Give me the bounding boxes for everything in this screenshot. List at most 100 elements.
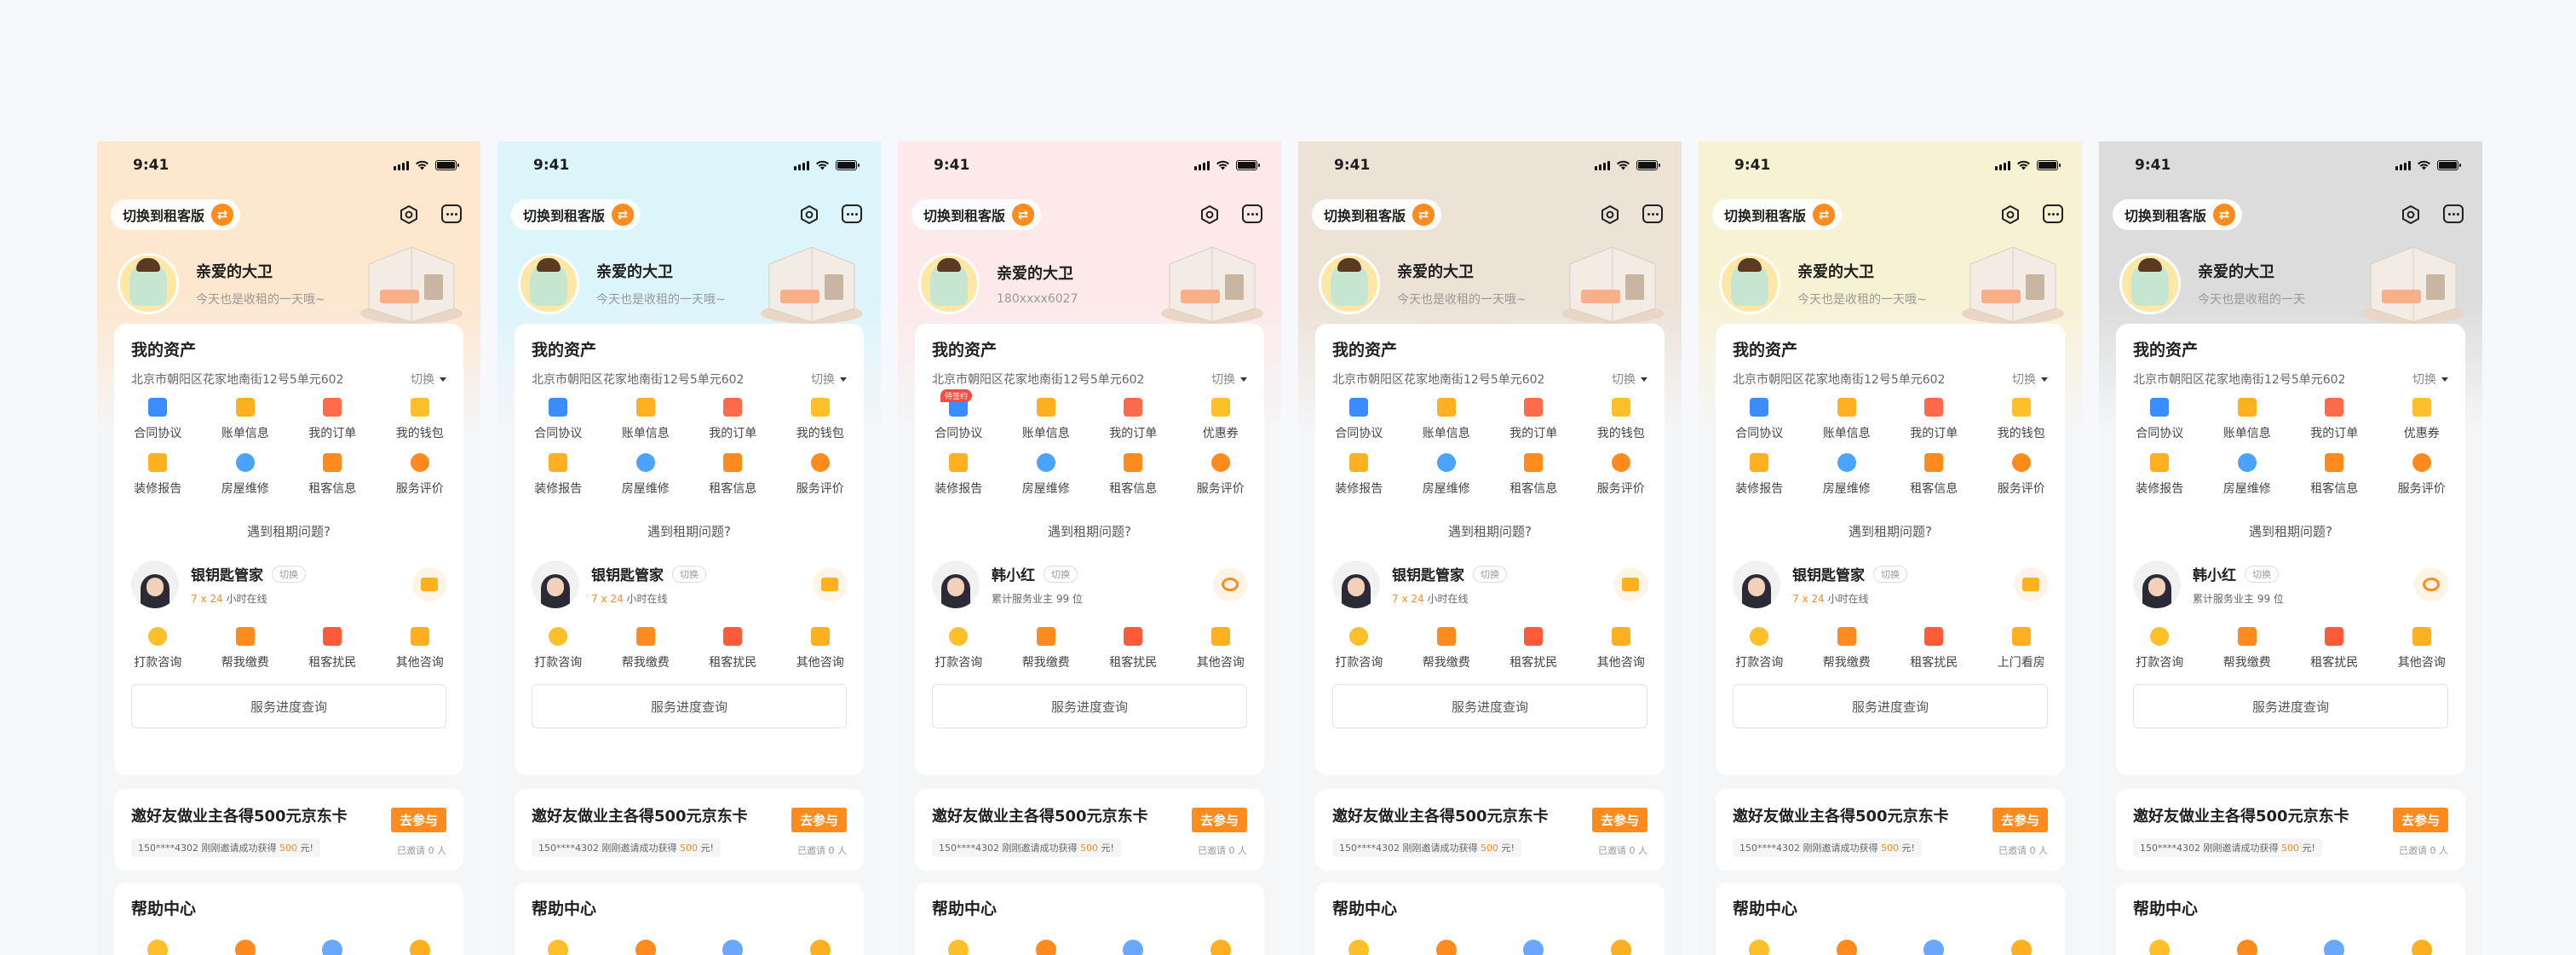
switch-to-tenant-button[interactable]: 切换到租客版 ⇄ — [1712, 199, 1843, 230]
avatar[interactable] — [2119, 253, 2181, 314]
help-item-icon[interactable] — [2236, 940, 2257, 955]
asset-item[interactable]: 我的订单 — [1090, 398, 1177, 441]
asset-item[interactable]: 租客信息 — [1490, 453, 1578, 497]
keeper-action-button[interactable] — [412, 567, 446, 601]
service-item[interactable]: 租客扰民 — [689, 627, 777, 670]
keeper-action-button[interactable] — [1613, 567, 1647, 601]
asset-item[interactable]: 房屋维修 — [1003, 453, 1090, 497]
help-item-icon[interactable] — [635, 940, 656, 955]
help-item-icon[interactable] — [409, 940, 430, 955]
asset-item[interactable]: 房屋维修 — [2204, 453, 2291, 497]
asset-item[interactable]: 房屋维修 — [602, 453, 690, 497]
message-icon[interactable] — [2443, 204, 2464, 223]
keeper-switch-button[interactable]: 切换 — [1044, 565, 1078, 583]
keeper-switch-button[interactable]: 切换 — [2245, 565, 2279, 583]
switch-to-tenant-button[interactable]: 切换到租客版 ⇄ — [1312, 199, 1442, 230]
help-item-icon[interactable] — [1035, 940, 1056, 955]
asset-item[interactable]: 账单信息 — [202, 398, 290, 441]
help-item-icon[interactable] — [1523, 940, 1544, 955]
address-switch-button[interactable]: 切换 — [411, 371, 446, 388]
service-item[interactable]: 租客扰民 — [1890, 627, 1978, 670]
switch-to-tenant-button[interactable]: 切换到租客版 ⇄ — [2113, 199, 2243, 230]
asset-item[interactable]: 装修报告 — [114, 453, 202, 497]
settings-icon[interactable] — [799, 204, 819, 225]
address-switch-button[interactable]: 切换 — [2012, 371, 2048, 388]
settings-icon[interactable] — [1199, 204, 1220, 225]
asset-item[interactable]: 账单信息 — [1803, 398, 1891, 441]
service-item[interactable]: 租客扰民 — [1090, 627, 1177, 670]
address-switch-button[interactable]: 切换 — [2412, 371, 2448, 388]
keeper-action-button[interactable] — [2414, 567, 2448, 601]
invite-join-button[interactable]: 去参与 — [1191, 808, 1247, 832]
asset-item[interactable]: 装修报告 — [1716, 453, 1803, 497]
address-switch-button[interactable]: 切换 — [811, 371, 847, 388]
help-item-icon[interactable] — [1749, 940, 1770, 955]
asset-item[interactable]: 装修报告 — [1315, 453, 1403, 497]
asset-item[interactable]: 装修报告 — [515, 453, 602, 497]
service-item[interactable]: 打款咨询 — [915, 627, 1003, 670]
avatar[interactable] — [918, 253, 980, 314]
switch-to-tenant-button[interactable]: 切换到租客版 ⇄ — [511, 199, 641, 230]
asset-item[interactable]: 合同协议 — [515, 398, 602, 441]
service-item[interactable]: 帮我缴费 — [2204, 627, 2291, 670]
help-item-icon[interactable] — [1210, 940, 1231, 955]
help-item-icon[interactable] — [2010, 940, 2032, 955]
service-item[interactable]: 帮我缴费 — [1403, 627, 1491, 670]
switch-to-tenant-button[interactable]: 切换到租客版 ⇄ — [911, 199, 1042, 230]
service-item[interactable]: 租客扰民 — [1490, 627, 1578, 670]
asset-item[interactable]: 优惠券 — [1177, 398, 1265, 441]
message-icon[interactable] — [441, 204, 462, 223]
help-item-icon[interactable] — [1435, 940, 1457, 955]
asset-item[interactable]: 房屋维修 — [1403, 453, 1491, 497]
asset-item[interactable]: 租客信息 — [689, 453, 777, 497]
service-item[interactable]: 帮我缴费 — [602, 627, 690, 670]
settings-icon[interactable] — [1600, 204, 1620, 225]
service-progress-button[interactable]: 服务进度查询 — [1332, 684, 1647, 728]
help-item-icon[interactable] — [722, 940, 744, 955]
asset-item[interactable]: 账单信息 — [2204, 398, 2291, 441]
asset-item[interactable]: 租客信息 — [289, 453, 377, 497]
asset-item[interactable]: 我的订单 — [289, 398, 377, 441]
help-item-icon[interactable] — [2324, 940, 2345, 955]
invite-join-button[interactable]: 去参与 — [2392, 808, 2448, 832]
service-progress-button[interactable]: 服务进度查询 — [932, 684, 1247, 728]
message-icon[interactable] — [1642, 204, 1663, 223]
avatar[interactable] — [1319, 253, 1380, 314]
asset-item[interactable]: 租客信息 — [1890, 453, 1978, 497]
service-item[interactable]: 打款咨询 — [2116, 627, 2204, 670]
asset-item[interactable]: 我的钱包 — [1578, 398, 1665, 441]
asset-item[interactable]: 服务评价 — [2378, 453, 2466, 497]
service-progress-button[interactable]: 服务进度查询 — [532, 684, 847, 728]
invite-join-button[interactable]: 去参与 — [390, 808, 446, 832]
keeper-action-button[interactable] — [1213, 567, 1247, 601]
asset-item[interactable]: 我的订单 — [1890, 398, 1978, 441]
service-item[interactable]: 租客扰民 — [2291, 627, 2378, 670]
asset-item[interactable]: 我的钱包 — [1978, 398, 2066, 441]
service-progress-button[interactable]: 服务进度查询 — [131, 684, 446, 728]
avatar[interactable] — [118, 253, 179, 314]
asset-item[interactable]: 服务评价 — [777, 453, 865, 497]
invite-join-button[interactable]: 去参与 — [1992, 808, 2048, 832]
asset-item[interactable]: 服务评价 — [1177, 453, 1265, 497]
service-item[interactable]: 帮我缴费 — [1803, 627, 1891, 670]
asset-item[interactable]: 账单信息 — [602, 398, 690, 441]
avatar[interactable] — [1719, 253, 1780, 314]
settings-icon[interactable] — [2401, 204, 2421, 225]
service-item[interactable]: 其他咨询 — [1578, 627, 1665, 670]
service-item[interactable]: 其他咨询 — [2378, 627, 2466, 670]
switch-to-tenant-button[interactable]: 切换到租客版 ⇄ — [111, 199, 241, 230]
service-progress-button[interactable]: 服务进度查询 — [1733, 684, 2048, 728]
service-item[interactable]: 打款咨询 — [1716, 627, 1803, 670]
help-item-icon[interactable] — [2411, 940, 2432, 955]
service-item[interactable]: 租客扰民 — [289, 627, 377, 670]
service-item[interactable]: 打款咨询 — [515, 627, 602, 670]
help-item-icon[interactable] — [1348, 940, 1370, 955]
asset-item[interactable]: 租客信息 — [2291, 453, 2378, 497]
keeper-switch-button[interactable]: 切换 — [672, 565, 706, 583]
asset-item[interactable]: 房屋维修 — [202, 453, 290, 497]
settings-icon[interactable] — [399, 204, 419, 225]
service-item[interactable]: 其他咨询 — [377, 627, 464, 670]
asset-item[interactable]: 装修报告 — [2116, 453, 2204, 497]
avatar[interactable] — [518, 253, 579, 314]
asset-item[interactable]: 待签约 合同协议 — [915, 389, 1003, 441]
